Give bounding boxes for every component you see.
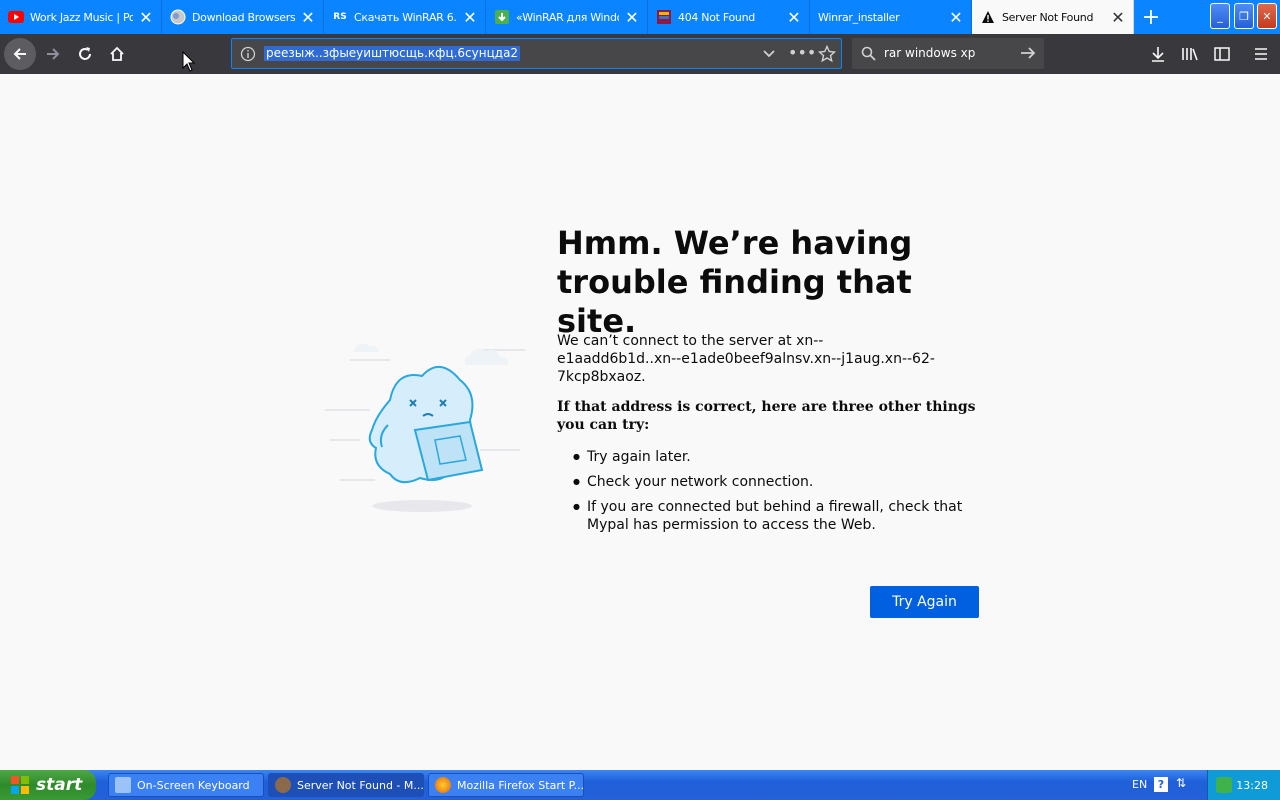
- bookmark-star-icon[interactable]: [818, 45, 836, 63]
- taskbar-item-label: Server Not Found - M...: [297, 778, 424, 792]
- url-text[interactable]: реезыж..зфыеуиштюсщь.кфц.6сунцда2: [264, 46, 521, 61]
- sidebar-icon: [1214, 47, 1230, 61]
- tab-404-not-found[interactable]: 404 Not Found ✕: [648, 0, 810, 34]
- rs-icon: RS: [333, 12, 347, 22]
- search-icon: [861, 46, 876, 61]
- download-icon: [494, 9, 510, 25]
- taskbar-item-label: On-Screen Keyboard: [137, 778, 250, 792]
- tab-winrar-windows[interactable]: «WinRAR для Windo ✕: [486, 0, 648, 34]
- error-page: Hmm. We’re having trouble finding that s…: [0, 74, 1280, 770]
- suggestions-list: Try again later. Check your network conn…: [557, 448, 997, 541]
- close-tab-icon[interactable]: ✕: [947, 8, 965, 27]
- youtube-icon: [8, 9, 24, 25]
- page-actions-icon[interactable]: •••: [788, 43, 816, 62]
- firefox-icon: [435, 777, 451, 793]
- taskbar-item-label: Mozilla Firefox Start P...: [457, 778, 584, 792]
- download-arrow-icon: [1152, 47, 1164, 62]
- sad-blob-illustration: [325, 343, 525, 512]
- home-button[interactable]: [101, 38, 133, 70]
- winrar-icon: [656, 9, 672, 25]
- network-icon[interactable]: ⇅: [1176, 776, 1186, 790]
- tab-work-jazz[interactable]: Work Jazz Music | Po ✕: [0, 0, 162, 34]
- url-bar[interactable]: реезыж..зфыеуиштюсщь.кфц.6сунцда2 •••: [231, 38, 842, 69]
- suggestions-heading: If that address is correct, here are thr…: [557, 399, 976, 433]
- close-tab-icon[interactable]: ✕: [623, 8, 641, 27]
- mypal-icon: [275, 777, 291, 793]
- tab-label: Work Jazz Music | Po: [30, 10, 133, 24]
- start-button[interactable]: start: [0, 770, 96, 800]
- go-arrow-icon[interactable]: [1020, 46, 1036, 60]
- minimize-button[interactable]: _: [1210, 3, 1230, 29]
- tab-label: Server Not Found: [1002, 10, 1094, 24]
- language-indicator[interactable]: EN: [1132, 778, 1147, 791]
- help-icon[interactable]: ?: [1154, 777, 1168, 792]
- reload-icon: [79, 47, 91, 60]
- tab-label: Download Browsers -: [192, 10, 295, 24]
- close-tab-icon[interactable]: ✕: [461, 8, 479, 27]
- tab-label: 404 Not Found: [678, 10, 755, 24]
- sidebar-button[interactable]: [1206, 38, 1238, 70]
- search-bar[interactable]: rar windows xp: [852, 38, 1044, 69]
- tab-label: Winrar_installer: [818, 10, 900, 24]
- taskbar-item-mypal[interactable]: Server Not Found - M...: [268, 773, 424, 797]
- globe-icon: [170, 9, 186, 25]
- forward-button[interactable]: [37, 38, 69, 70]
- home-icon: [110, 46, 124, 61]
- page-title: Hmm. We’re having trouble finding that s…: [557, 224, 913, 340]
- close-tab-icon[interactable]: ✕: [137, 8, 155, 27]
- try-again-button[interactable]: Try Again: [870, 586, 979, 618]
- tab-server-not-found[interactable]: Server Not Found ✕: [972, 0, 1134, 34]
- restore-button[interactable]: ❐: [1234, 3, 1254, 29]
- downloads-button[interactable]: [1142, 38, 1174, 70]
- navigation-toolbar: реезыж..зфыеуиштюсщь.кфц.6сунцда2 ••• ra…: [0, 34, 1280, 74]
- list-item: Try again later.: [557, 448, 997, 466]
- windows-taskbar: start On-Screen Keyboard Server Not Foun…: [0, 770, 1280, 800]
- search-input[interactable]: rar windows xp: [884, 46, 975, 60]
- start-label: start: [36, 775, 83, 795]
- library-icon: [1182, 48, 1198, 61]
- library-button[interactable]: [1174, 38, 1206, 70]
- error-description: We can’t connect to the server at xn--e1…: [557, 333, 935, 385]
- tab-download-browsers[interactable]: Download Browsers - ✕: [162, 0, 324, 34]
- menu-button[interactable]: [1245, 38, 1277, 70]
- new-tab-button[interactable]: +: [1134, 0, 1168, 34]
- tab-winrar-download[interactable]: RS Скачать WinRAR 6. ✕: [324, 0, 486, 34]
- forward-arrow-icon: [47, 48, 60, 60]
- windows-logo-icon: [11, 776, 29, 794]
- keyboard-icon: [115, 777, 131, 793]
- taskbar-item-firefox[interactable]: Mozilla Firefox Start P...: [428, 773, 584, 797]
- info-icon[interactable]: [240, 46, 256, 62]
- tray-app-icon[interactable]: [1216, 777, 1232, 793]
- taskbar-item-onscreen-keyboard[interactable]: On-Screen Keyboard: [108, 773, 264, 797]
- list-item: Check your network connection.: [557, 473, 997, 491]
- tab-strip: Work Jazz Music | Po ✕ Download Browsers…: [0, 0, 1280, 34]
- mouse-cursor-icon: [182, 51, 196, 72]
- system-tray: 13:28: [1207, 770, 1280, 800]
- tab-winrar-installer[interactable]: Winrar_installer ✕: [810, 0, 972, 34]
- back-button[interactable]: [4, 38, 36, 70]
- tab-label: «WinRAR для Windo: [516, 10, 619, 24]
- clock: 13:28: [1236, 778, 1268, 792]
- close-window-button[interactable]: ✕: [1257, 3, 1277, 29]
- close-tab-icon[interactable]: ✕: [1109, 8, 1127, 27]
- close-tab-icon[interactable]: ✕: [785, 8, 803, 27]
- list-item: If you are connected but behind a firewa…: [557, 498, 997, 534]
- hamburger-menu-icon: [1255, 48, 1267, 60]
- chevron-down-icon[interactable]: [762, 48, 776, 60]
- back-arrow-icon: [13, 48, 26, 60]
- close-tab-icon[interactable]: ✕: [299, 8, 317, 27]
- tab-label: Скачать WinRAR 6.: [354, 10, 457, 24]
- warning-icon: [980, 9, 996, 25]
- reload-button[interactable]: [69, 38, 101, 70]
